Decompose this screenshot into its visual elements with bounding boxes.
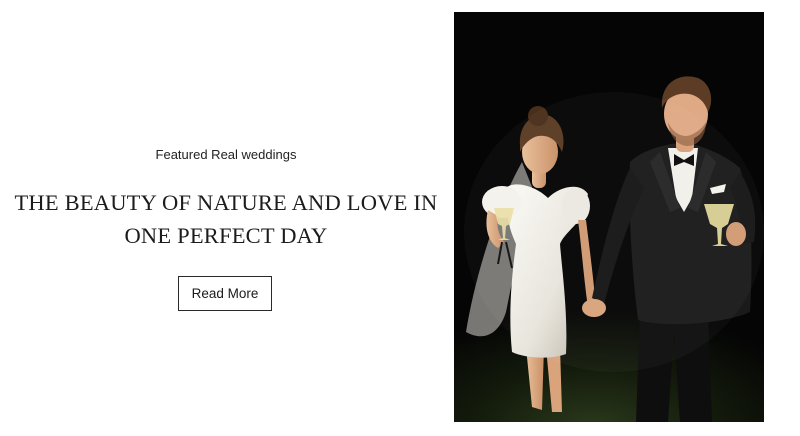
couple-walking-with-champagne-photo[interactable] (454, 12, 764, 422)
featured-wedding-text: Featured Real weddings THE BEAUTY OF NAT… (0, 0, 452, 436)
section-eyebrow: Featured Real weddings (155, 147, 297, 162)
flash-glow (464, 92, 764, 372)
feature-headline: THE BEAUTY OF NATURE AND LOVE IN ONE PER… (14, 190, 438, 248)
read-more-button[interactable]: Read More (178, 276, 272, 311)
